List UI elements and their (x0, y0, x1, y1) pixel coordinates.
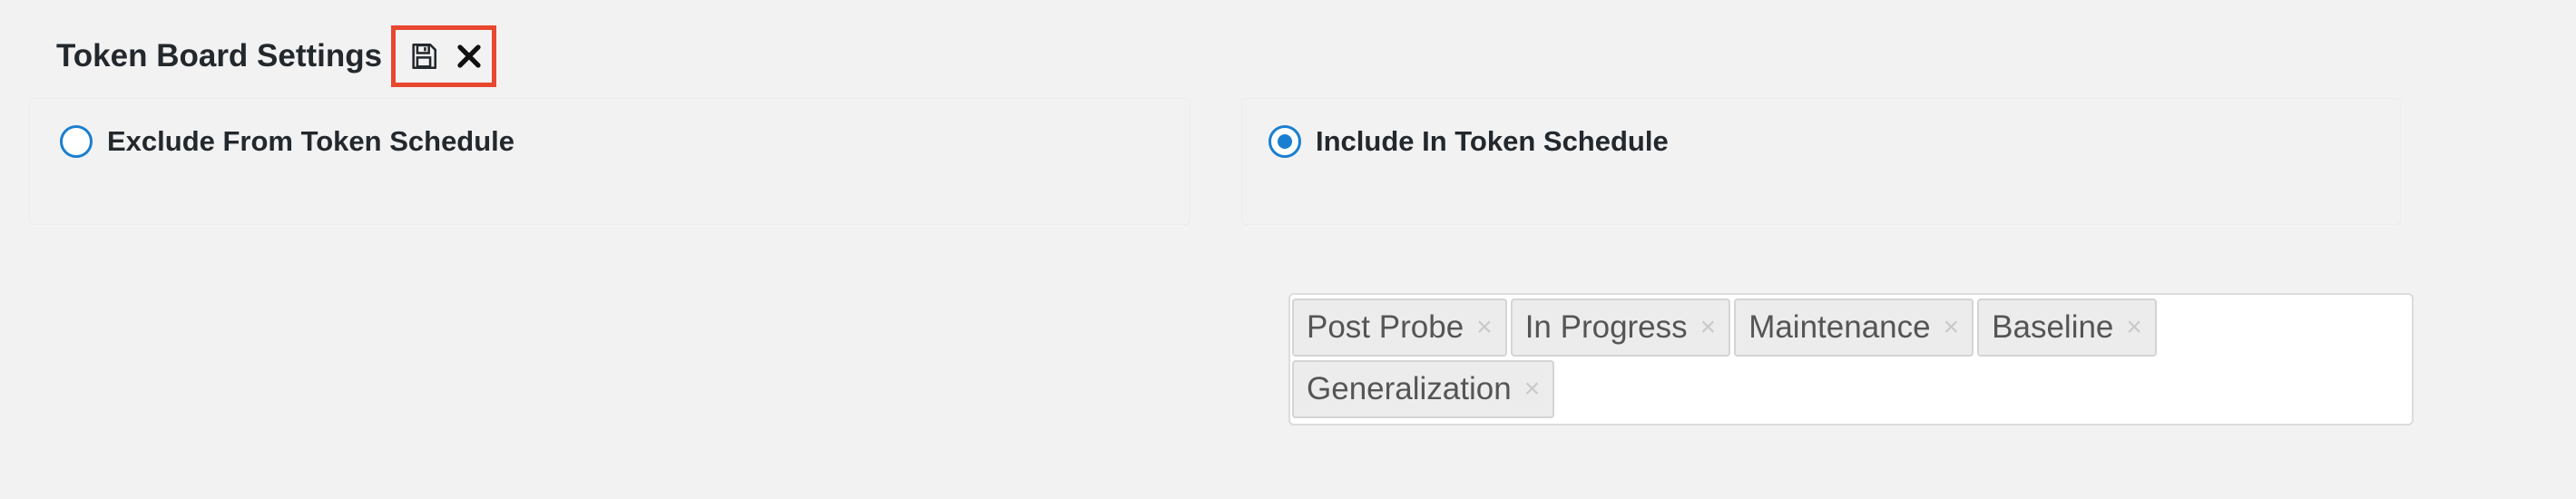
include-radio-label[interactable]: Include In Token Schedule (1316, 125, 1669, 158)
settings-header: Token Board Settings (56, 25, 497, 87)
tag-label: Baseline (1992, 309, 2114, 345)
include-option-panel: Include In Token Schedule (1241, 98, 2401, 225)
radio-selected-dot (1278, 134, 1292, 149)
exclude-radio-label[interactable]: Exclude From Token Schedule (107, 125, 514, 158)
tag-maintenance: Maintenance × (1734, 298, 1974, 357)
tag-remove-icon[interactable]: × (1944, 312, 1960, 343)
tag-baseline: Baseline × (1977, 298, 2157, 357)
page-title: Token Board Settings (56, 38, 383, 73)
exclude-option-panel: Exclude From Token Schedule (29, 98, 1190, 225)
exclude-radio-button[interactable] (60, 125, 93, 158)
tag-label: In Progress (1524, 309, 1688, 345)
tag-post-probe: Post Probe × (1292, 298, 1507, 357)
close-icon[interactable] (455, 43, 483, 70)
exclude-radio-option[interactable]: Exclude From Token Schedule (60, 125, 514, 158)
tag-label: Maintenance (1748, 309, 1931, 345)
tag-remove-icon[interactable]: × (1476, 312, 1493, 343)
tag-remove-icon[interactable]: × (1524, 374, 1541, 405)
save-icon[interactable] (408, 41, 439, 72)
include-radio-button[interactable] (1268, 125, 1301, 158)
token-board-settings-page: Token Board Settings Exclude From Token … (0, 0, 2576, 499)
schedule-tags-input[interactable]: Post Probe × In Progress × Maintenance ×… (1288, 293, 2414, 426)
tag-generalization: Generalization × (1292, 360, 1555, 418)
header-actions (391, 25, 497, 87)
tag-remove-icon[interactable]: × (2126, 312, 2142, 343)
tag-remove-icon[interactable]: × (1700, 312, 1717, 343)
tag-in-progress: In Progress × (1510, 298, 1731, 357)
include-radio-option[interactable]: Include In Token Schedule (1268, 125, 1669, 158)
tag-label: Generalization (1307, 371, 1512, 406)
tag-label: Post Probe (1307, 309, 1464, 345)
